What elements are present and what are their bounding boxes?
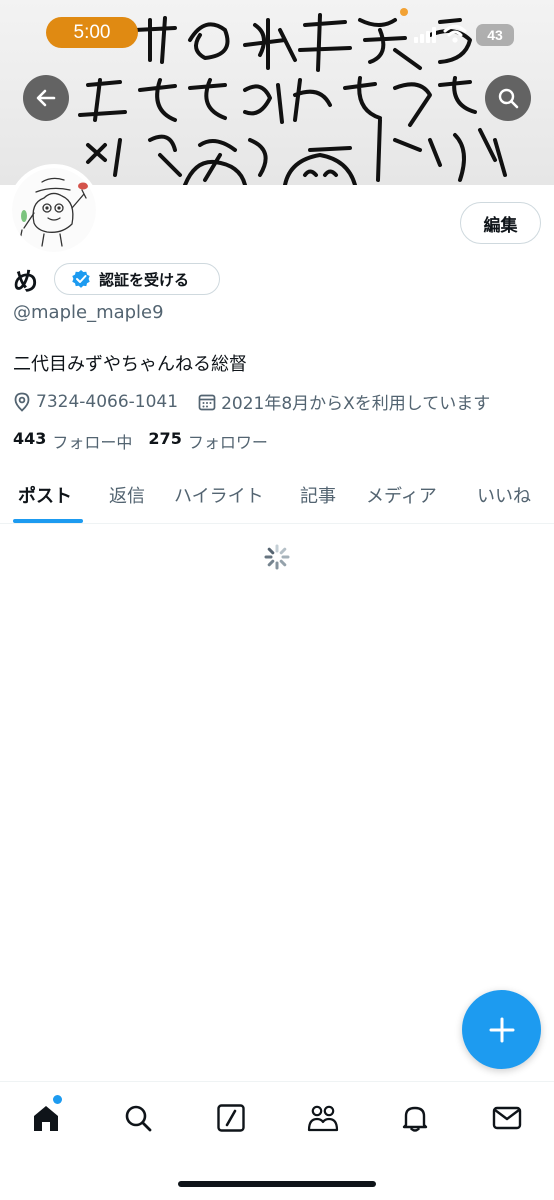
tab-replies[interactable]: 返信 — [109, 466, 145, 524]
battery-indicator: 43 — [476, 24, 514, 46]
followers-link[interactable]: 275 フォロワー — [148, 429, 267, 453]
search-icon — [125, 1105, 152, 1132]
tab-likes[interactable]: いいね — [477, 466, 531, 524]
plus-icon — [489, 1017, 514, 1042]
following-label: フォロー中 — [52, 433, 133, 452]
verified-badge-icon — [72, 270, 90, 288]
followers-count: 275 — [148, 429, 182, 448]
following-link[interactable]: 443 フォロー中 — [13, 429, 132, 453]
mail-icon — [492, 1106, 522, 1130]
calendar-icon — [198, 394, 216, 410]
tab-articles[interactable]: 記事 — [300, 466, 336, 524]
profile-tabs: ポスト 返信 ハイライト 記事 メディア いいね — [0, 466, 554, 524]
search-button[interactable] — [485, 75, 531, 121]
nav-messages[interactable] — [487, 1100, 527, 1136]
cellular-signal-icon — [414, 27, 436, 43]
tab-media[interactable]: メディア — [366, 466, 437, 524]
get-verified-label: 認証を受ける — [99, 270, 190, 289]
followers-label: フォロワー — [187, 433, 268, 452]
active-tab-indicator — [13, 519, 83, 523]
get-verified-button[interactable]: 認証を受ける — [54, 263, 220, 295]
following-count: 443 — [13, 429, 47, 448]
nav-grok[interactable] — [211, 1100, 251, 1136]
profile-bio: 二代目みずやちゃんねる総督 — [13, 354, 247, 375]
status-time: 5:00 — [46, 17, 138, 48]
search-icon — [498, 88, 519, 109]
profile-meta: 7324-4066-1041 2021年8月からXを利用しています — [13, 389, 510, 414]
profile-join-date: 2021年8月からXを利用しています — [221, 394, 491, 414]
bell-icon — [402, 1106, 428, 1132]
home-icon — [34, 1106, 58, 1131]
nav-home[interactable] — [26, 1100, 66, 1136]
nav-explore[interactable] — [118, 1100, 158, 1136]
display-name: め — [13, 267, 39, 296]
home-indicator — [178, 1181, 376, 1187]
arrow-left-icon — [36, 89, 56, 107]
tab-highlights[interactable]: ハイライト — [174, 466, 264, 524]
home-notification-dot — [53, 1095, 62, 1104]
privacy-indicator-dot — [400, 8, 408, 16]
avatar[interactable] — [8, 164, 100, 256]
avatar-drawing-icon — [19, 177, 88, 247]
tab-posts[interactable]: ポスト — [18, 466, 72, 524]
nav-communities[interactable] — [303, 1100, 343, 1136]
back-button[interactable] — [23, 75, 69, 121]
location-pin-icon — [14, 392, 30, 412]
profile-location: 7324-4066-1041 — [36, 391, 179, 412]
edit-profile-button[interactable]: 編集 — [460, 202, 541, 244]
compose-post-button[interactable] — [462, 990, 541, 1069]
nav-notifications[interactable] — [395, 1100, 435, 1136]
follow-stats: 443 フォロー中 275 フォロワー — [13, 429, 284, 453]
grok-icon — [217, 1104, 245, 1132]
communities-icon — [307, 1105, 339, 1132]
wifi-icon — [443, 25, 467, 43]
user-handle: @maple_maple9 — [13, 302, 164, 323]
loading-spinner-icon — [264, 544, 290, 570]
